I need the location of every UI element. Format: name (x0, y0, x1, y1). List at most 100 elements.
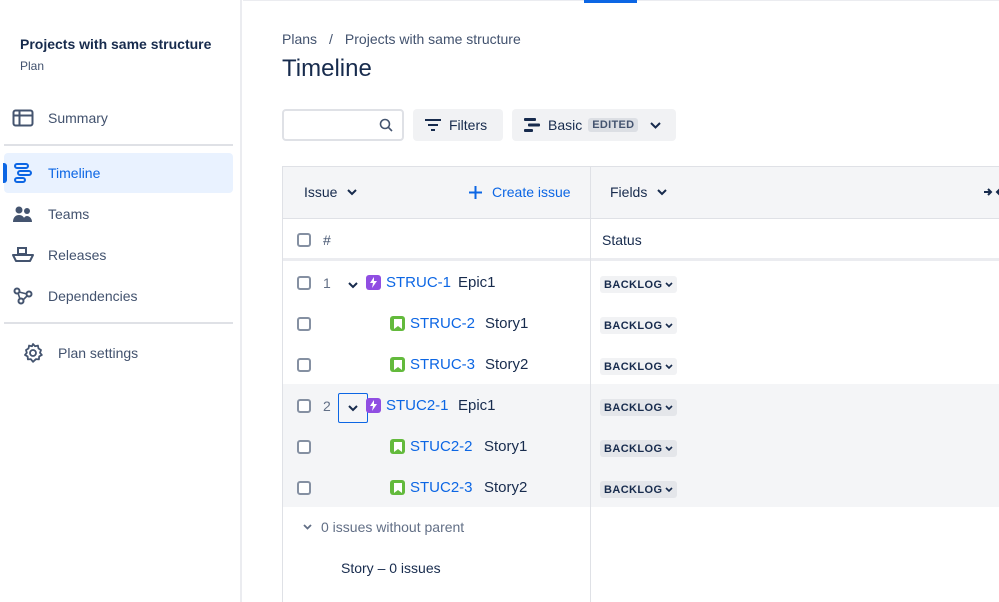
chevron-down-icon (650, 121, 662, 129)
issue-key-link[interactable]: STUC2-3 (410, 479, 473, 496)
row-checkbox[interactable] (297, 276, 311, 290)
sidebar-item-timeline[interactable]: Timeline (3, 153, 233, 193)
fields-header-label: Fields (610, 184, 648, 200)
story-icon (390, 439, 405, 454)
issue-summary: Story2 (485, 356, 529, 373)
status-label: BACKLOG (604, 401, 663, 414)
sidebar-item-plan-settings[interactable]: Plan settings (4, 333, 233, 373)
select-all-checkbox[interactable] (297, 233, 311, 247)
project-title: Projects with same structure (20, 36, 212, 52)
story-icon (390, 480, 405, 495)
row-checkbox[interactable] (297, 440, 311, 454)
chevron-down-icon (665, 323, 673, 328)
column-divider[interactable] (590, 167, 591, 602)
create-issue-label: Create issue (492, 184, 571, 200)
view-settings-button[interactable]: Basic EDITED (512, 109, 676, 141)
row-checkbox[interactable] (297, 481, 311, 495)
filter-icon (425, 119, 441, 131)
chevron-down-icon (348, 404, 358, 411)
expand-toggle[interactable] (338, 270, 368, 300)
sidebar-divider (4, 144, 233, 146)
status-dropdown[interactable]: BACKLOG (600, 399, 678, 416)
fields-column-header[interactable]: Fields (610, 184, 668, 200)
status-dropdown[interactable]: BACKLOG (600, 440, 678, 457)
chevron-down-icon (665, 487, 673, 492)
expand-toggle[interactable] (338, 393, 368, 423)
story-count-label: Story – 0 issues (341, 560, 441, 576)
sidebar-item-releases[interactable]: Releases (4, 235, 233, 275)
row-checkbox[interactable] (297, 317, 311, 331)
search-box (282, 109, 404, 141)
status-label: BACKLOG (604, 360, 663, 373)
sidebar-item-label: Releases (48, 247, 107, 263)
table-row[interactable]: STUC2-2 Story1 BACKLOG (283, 427, 999, 468)
status-dropdown[interactable]: BACKLOG (600, 276, 678, 293)
search-input[interactable] (284, 111, 376, 139)
create-issue-button[interactable]: Create issue (469, 184, 571, 200)
rank-header: # (323, 232, 331, 248)
chevron-down-icon (303, 524, 312, 530)
releases-icon (12, 244, 34, 266)
dependencies-icon (12, 285, 34, 307)
view-icon (524, 118, 540, 132)
table-row[interactable]: STRUC-2 Story1 BACKLOG (283, 304, 999, 345)
sidebar-item-label: Summary (48, 110, 108, 126)
view-label: Basic (548, 117, 583, 133)
sidebar-item-dependencies[interactable]: Dependencies (4, 276, 233, 316)
issue-key-link[interactable]: STRUC-1 (386, 274, 451, 291)
table-row[interactable]: STRUC-3 Story2 BACKLOG (283, 345, 999, 386)
collapse-fields-icon[interactable] (983, 183, 999, 201)
filters-label: Filters (449, 117, 488, 133)
sidebar-item-teams[interactable]: Teams (4, 194, 233, 234)
issue-header-label: Issue (304, 184, 338, 200)
issue-column-header[interactable]: Issue (304, 184, 358, 200)
row-checkbox[interactable] (297, 399, 311, 413)
teams-icon (12, 203, 34, 225)
breadcrumb-plans[interactable]: Plans (282, 31, 317, 47)
issue-summary: Epic1 (458, 274, 496, 291)
chevron-down-icon (665, 364, 673, 369)
epic-icon (366, 398, 381, 413)
issue-key-link[interactable]: STUC2-2 (410, 438, 473, 455)
issue-summary: Story2 (484, 479, 528, 496)
breadcrumb-separator: / (329, 31, 333, 47)
table-row[interactable]: 1 STRUC-1 Epic1 BACKLOG (283, 263, 999, 304)
status-dropdown[interactable]: BACKLOG (600, 358, 678, 375)
plus-icon (469, 185, 482, 199)
status-label: BACKLOG (604, 278, 663, 291)
issue-summary: Story1 (484, 438, 528, 455)
table-row[interactable]: 2 STUC2-1 Epic1 BACKLOG (283, 386, 999, 427)
issues-without-parent-toggle[interactable]: 0 issues without parent (303, 519, 464, 535)
chevron-down-icon (665, 446, 673, 451)
status-label: BACKLOG (604, 483, 663, 496)
status-label: BACKLOG (604, 319, 663, 332)
issue-key-link[interactable]: STRUC-2 (410, 315, 475, 332)
story-icon (390, 316, 405, 331)
top-tab-indicator (584, 0, 637, 3)
status-header: Status (602, 232, 642, 248)
chevron-down-icon (665, 405, 673, 410)
sidebar-item-label: Teams (48, 206, 90, 222)
issue-key-link[interactable]: STRUC-3 (410, 356, 475, 373)
chevron-down-icon (657, 188, 668, 195)
story-icon (390, 357, 405, 372)
status-dropdown[interactable]: BACKLOG (600, 481, 678, 498)
sidebar-item-summary[interactable]: Summary (4, 98, 233, 138)
table-header: Issue Create issue Fields (283, 167, 999, 219)
status-label: BACKLOG (604, 442, 663, 455)
issue-key-link[interactable]: STUC2-1 (386, 397, 449, 414)
row-checkbox[interactable] (297, 358, 311, 372)
row-number: 2 (323, 398, 331, 414)
summary-icon (12, 107, 34, 129)
table-subheader: # Status (283, 220, 999, 261)
project-subtitle: Plan (20, 59, 45, 73)
issues-table: Issue Create issue Fields # Status 1 STR… (282, 166, 999, 602)
edited-badge: EDITED (588, 118, 639, 132)
breadcrumb-current[interactable]: Projects with same structure (345, 31, 521, 47)
status-dropdown[interactable]: BACKLOG (600, 317, 678, 334)
row-number: 1 (323, 275, 331, 291)
app-root: Projects with same structure Plan Summar… (0, 0, 999, 602)
table-row[interactable]: STUC2-3 Story2 BACKLOG (283, 468, 999, 509)
filters-button[interactable]: Filters (413, 109, 503, 141)
sidebar: Projects with same structure Plan Summar… (0, 0, 242, 602)
